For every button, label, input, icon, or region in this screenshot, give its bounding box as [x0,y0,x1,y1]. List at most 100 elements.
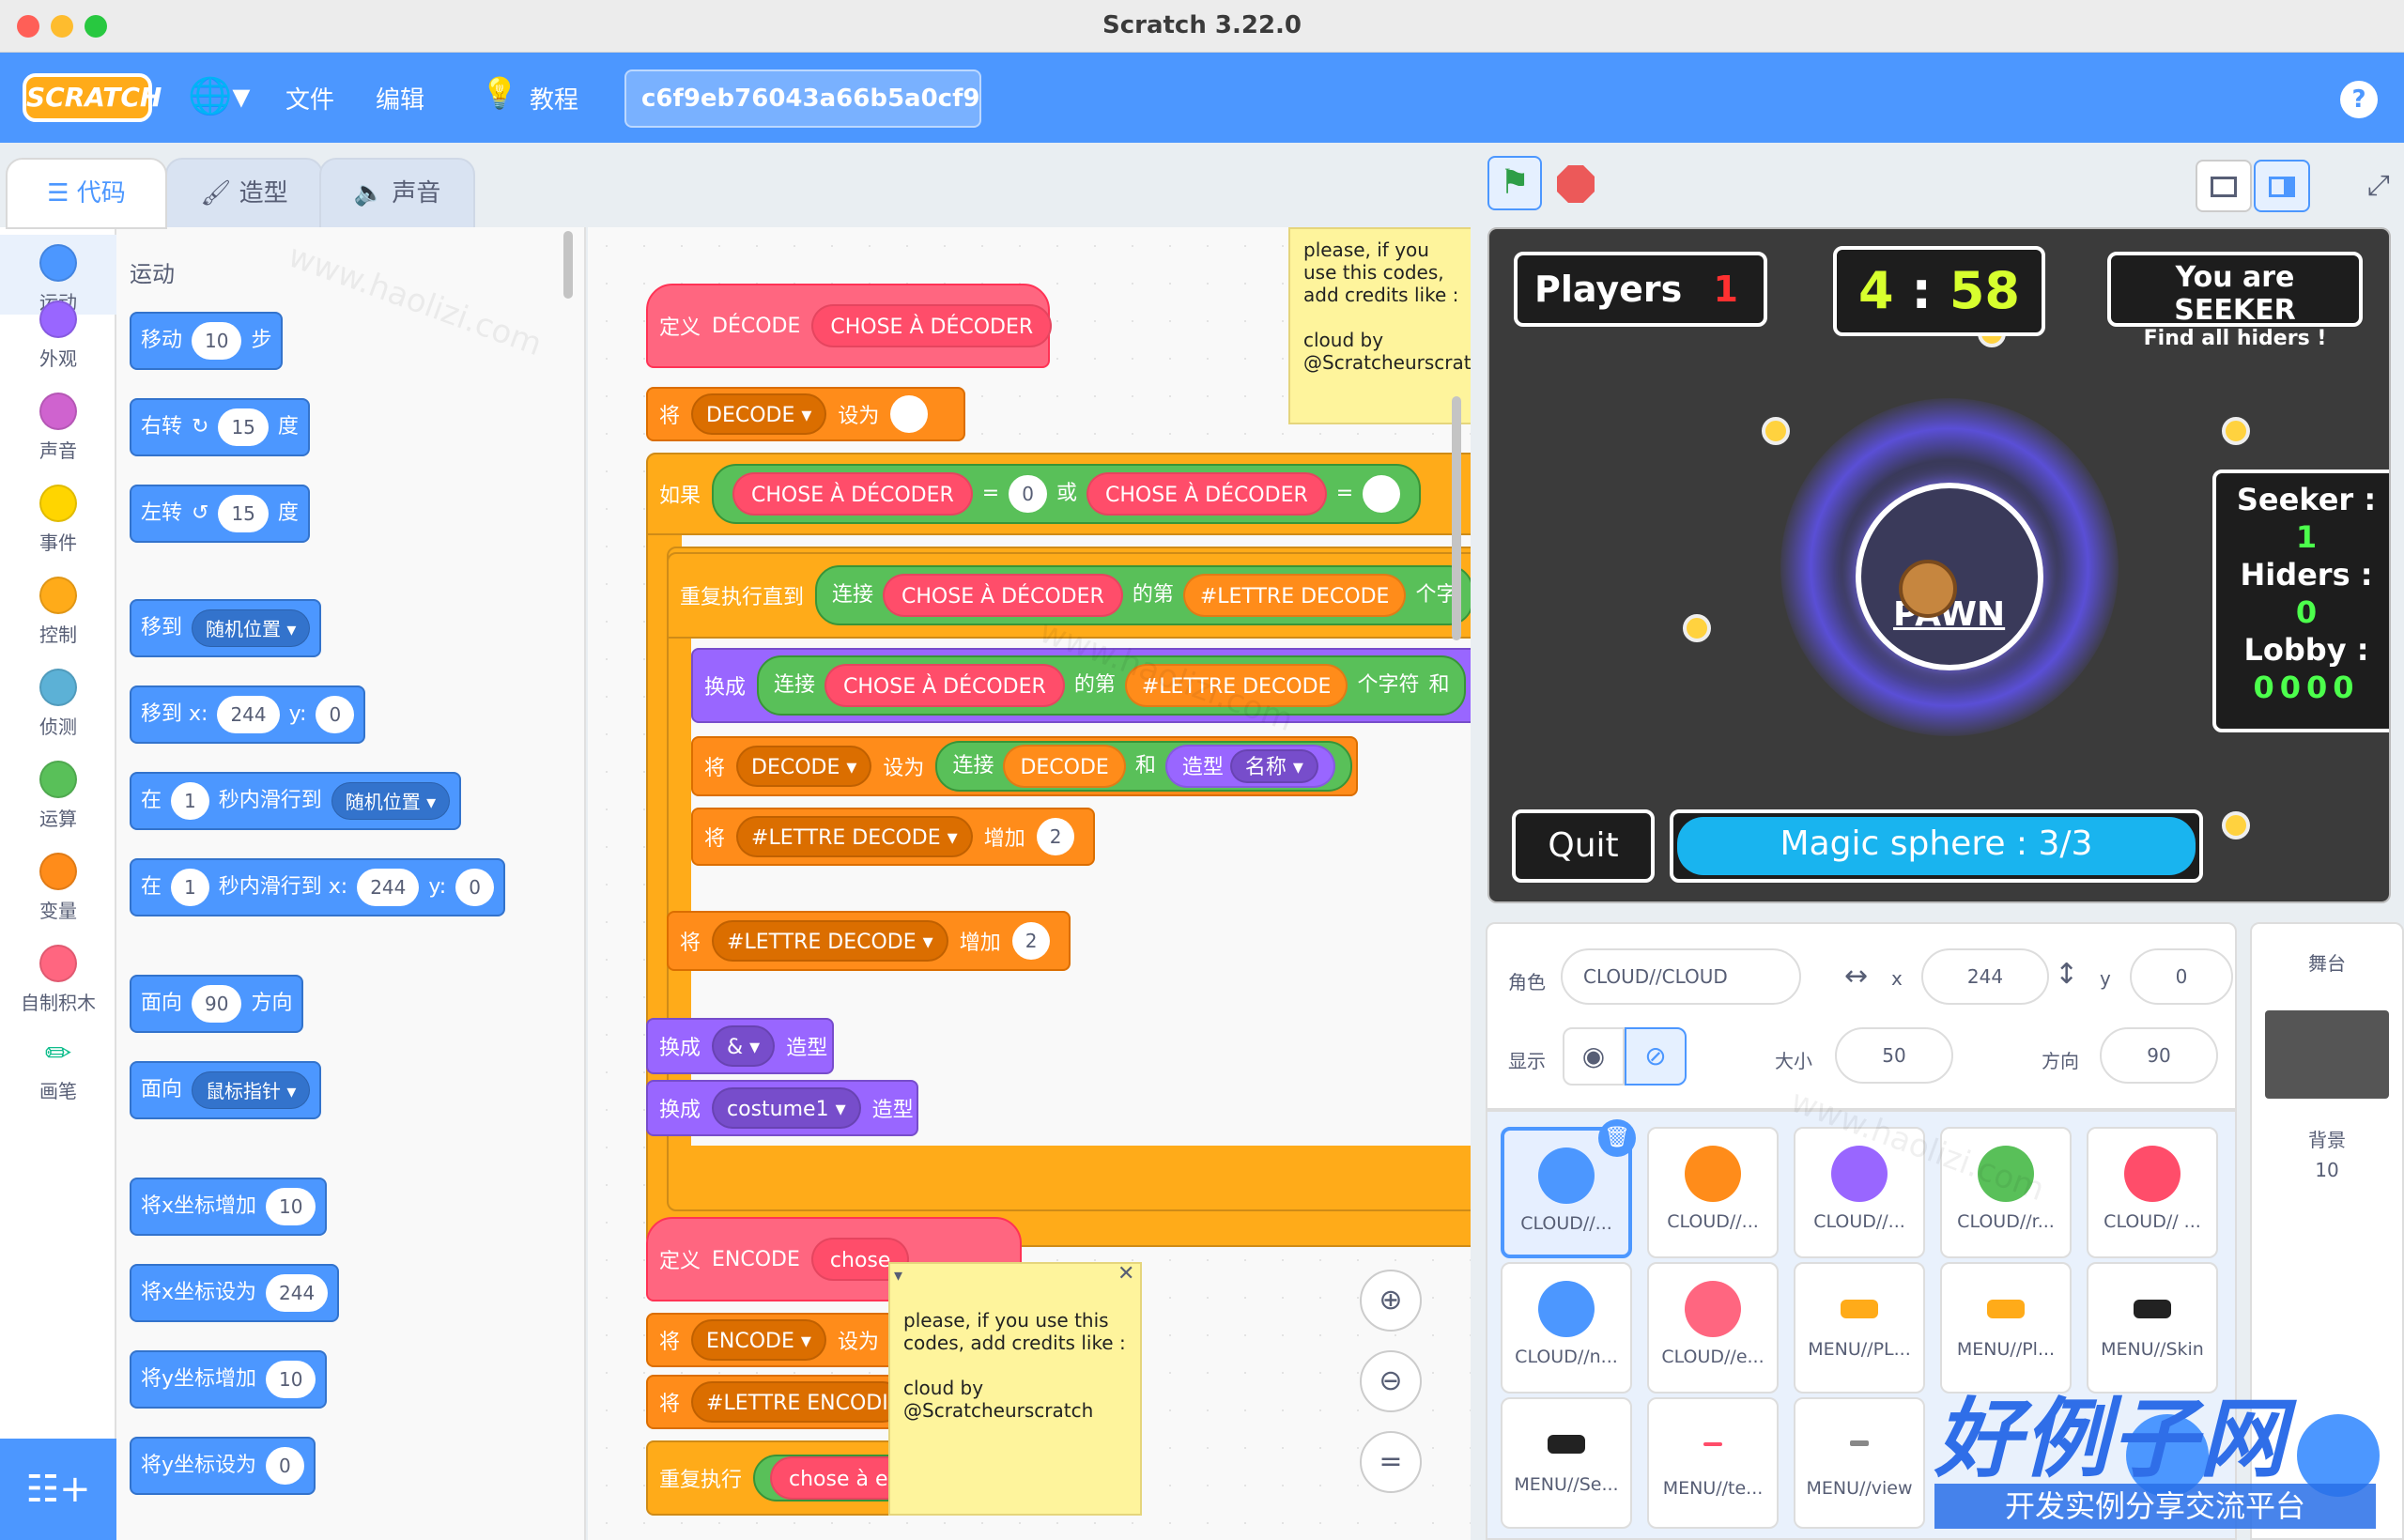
add-extension-button[interactable]: ☷+ [0,1439,116,1540]
edit-menu[interactable]: 编辑 [376,81,424,116]
fullscreen-icon[interactable]: ⤢ [2355,160,2402,212]
code-scrollbar[interactable] [1452,396,1461,640]
direction-input[interactable]: 90 [2100,1027,2218,1084]
point-towards-block[interactable]: 面向 鼠标指针 ▾ [130,1061,322,1119]
sprite-tile[interactable]: CLOUD//n... [1501,1262,1632,1394]
size-input[interactable]: 50 [1835,1027,1953,1084]
zoom-reset-button[interactable]: = [1360,1431,1422,1493]
sprite-tile[interactable]: CLOUD//e... [1647,1262,1779,1394]
if-param-1[interactable]: CHOSE À DÉCODER [732,472,973,516]
category-operators[interactable]: 运算 [0,751,116,831]
change-y-input[interactable]: 10 [266,1361,316,1398]
stage-thumbnail[interactable] [2265,1010,2389,1099]
stop-icon[interactable] [1557,165,1595,203]
set-x-block[interactable]: 将x坐标设为 244 [130,1264,340,1322]
change-letter-decode-block-2[interactable]: 将 #LETTRE DECODE ▾ 增加 2 [667,911,1071,971]
sprite-tile[interactable]: CLOUD//... [1647,1127,1779,1258]
category-events[interactable]: 事件 [0,475,116,555]
decode-reporter[interactable]: DECODE [1003,745,1126,788]
costume-dropdown[interactable]: & ▾ [712,1025,776,1067]
point-towards-dropdown[interactable]: 鼠标指针 ▾ [192,1071,311,1109]
change-letter-decode-block[interactable]: 将 #LETTRE DECODE ▾ 增加 2 [691,808,1095,866]
switch-costume1-block[interactable]: 换成 costume1 ▾ 造型 [646,1080,918,1136]
category-sound[interactable]: 声音 [0,383,116,463]
tab-code[interactable]: ☰ 代码 [6,158,167,229]
move-steps-block[interactable]: 移动 10 步 [130,312,284,370]
large-stage-button[interactable] [2254,160,2310,212]
delete-comment-icon[interactable]: ✕ [1117,1262,1134,1286]
go-to-xy-block[interactable]: 移到 x: 244 y: 0 [130,685,366,744]
sprite-tile[interactable]: MENU//view [1794,1397,1925,1529]
sprite-tile[interactable]: CLOUD//... 🗑 [1501,1119,1636,1258]
decode-var-dropdown[interactable]: DECODE ▾ [736,746,872,787]
seconds-input[interactable]: 1 [171,869,209,906]
costume-name-reporter[interactable]: 造型 名称 ▾ [1164,745,1335,788]
tab-sounds[interactable]: 🔈 声音 [319,158,475,229]
go-to-block[interactable]: 移到 随机位置 ▾ [130,599,322,657]
costume-prop-dropdown[interactable]: 名称 ▾ [1229,749,1318,783]
change-value-input[interactable]: 2 [1036,818,1075,855]
if-value-input[interactable]: 0 [1009,475,1047,513]
join-reporter[interactable]: 连接 DECODE 和造型 名称 ▾ [935,741,1352,792]
costume-dropdown[interactable]: costume1 ▾ [712,1087,861,1129]
if-value-input-2[interactable] [1363,475,1401,513]
hide-sprite-eye-icon[interactable]: ⊘ [1625,1027,1687,1086]
point-in-direction-block[interactable]: 面向 90 方向 [130,975,304,1033]
repeat-param[interactable]: CHOSE À DÉCODER [883,574,1123,617]
turn-left-block[interactable]: 左转 ↺ 15 度 [130,485,310,543]
help-icon[interactable]: ? [2340,81,2378,118]
letter-decode-dropdown[interactable]: #LETTRE DECODE ▾ [712,920,948,962]
sprite-name-input[interactable]: CLOUD//CLOUD [1561,948,1801,1005]
category-control[interactable]: 控制 [0,567,116,647]
x-input[interactable]: 244 [357,869,420,906]
set-y-input[interactable]: 0 [266,1447,304,1485]
decode-param[interactable]: CHOSE À DÉCODER [811,304,1053,347]
x-position-input[interactable]: 244 [1921,948,2049,1005]
y-input[interactable]: 0 [316,696,355,733]
encode-var-dropdown[interactable]: ENCODE ▾ [691,1319,826,1361]
sprite-tile[interactable]: MENU//Se... [1501,1397,1632,1529]
project-title-input[interactable]: c6f9eb76043a66b5a0cf995... [624,69,981,128]
code-workspace[interactable]: 定义 DÉCODE CHOSE À DÉCODER 将 DECODE ▾ 设为 如果 C… [588,227,1471,1540]
degrees-input[interactable]: 15 [218,408,269,446]
x-input[interactable]: 244 [217,696,280,733]
stage-canvas[interactable]: PAWN Players 1 4 : 58 You are SEEKER Find… [1487,227,2391,903]
seconds-input[interactable]: 1 [171,782,209,820]
direction-input[interactable]: 90 [192,985,242,1023]
define-decode-block[interactable]: 定义 DÉCODE CHOSE À DÉCODER [646,284,1053,368]
set-y-block[interactable]: 将y坐标设为 0 [130,1437,316,1495]
letter-decode-reporter[interactable]: #LETTRE DECODE [1182,574,1407,617]
y-position-input[interactable]: 0 [2130,948,2233,1005]
or-condition[interactable]: CHOSE À DÉCODER = 0 或 CHOSE À DÉCODER = [712,464,1422,524]
switch-costume-amp-block[interactable]: 换成 & ▾ 造型 [646,1018,834,1074]
delete-sprite-icon[interactable]: 🗑 [1598,1119,1636,1157]
y-input[interactable]: 0 [455,869,494,906]
glide-to-block[interactable]: 在 1 秒内滑行到 随机位置 ▾ [130,772,462,830]
tab-costumes[interactable]: 🖌 造型 [165,158,323,229]
category-my-blocks[interactable]: 自制积木 [0,935,116,1015]
tutorials-menu[interactable]: 教程 [530,81,578,116]
green-flag-icon[interactable]: ⚑ [1487,156,1542,210]
sprite-tile[interactable]: MENU//PL... [1794,1262,1925,1394]
if-block[interactable]: 如果 CHOSE À DÉCODER = 0 或 CHOSE À DÉCODER = [646,453,1471,535]
collapse-comment-icon[interactable]: ▾ [894,1266,902,1286]
category-variables[interactable]: 变量 [0,843,116,923]
if-param-2[interactable]: CHOSE À DÉCODER [1086,472,1327,516]
letter-encode-dropdown[interactable]: #LETTRE ENCODI [691,1381,903,1423]
go-to-dropdown[interactable]: 随机位置 ▾ [192,609,311,647]
language-globe-icon[interactable]: 🌐▾ [188,75,250,117]
category-pen[interactable]: ✏ 画笔 [0,1027,116,1103]
zoom-out-button[interactable]: ⊖ [1360,1350,1422,1412]
letter-decode-dropdown[interactable]: #LETTRE DECODE ▾ [736,816,973,857]
zoom-in-button[interactable]: ⊕ [1360,1270,1422,1332]
comment-note-2[interactable]: please, if you use this codes, add credi… [888,1262,1142,1516]
set-x-input[interactable]: 244 [266,1274,329,1312]
category-sensing[interactable]: 侦测 [0,659,116,739]
degrees-input[interactable]: 15 [218,495,269,532]
change-x-input[interactable]: 10 [266,1188,316,1225]
show-sprite-eye-icon[interactable]: ◉ [1563,1027,1625,1086]
glide-to-xy-block[interactable]: 在 1 秒内滑行到 x: 244 y: 0 [130,858,505,916]
steps-input[interactable]: 10 [192,322,242,360]
change-y-block[interactable]: 将y坐标增加 10 [130,1350,328,1409]
decode-var-dropdown[interactable]: DECODE ▾ [691,393,827,435]
